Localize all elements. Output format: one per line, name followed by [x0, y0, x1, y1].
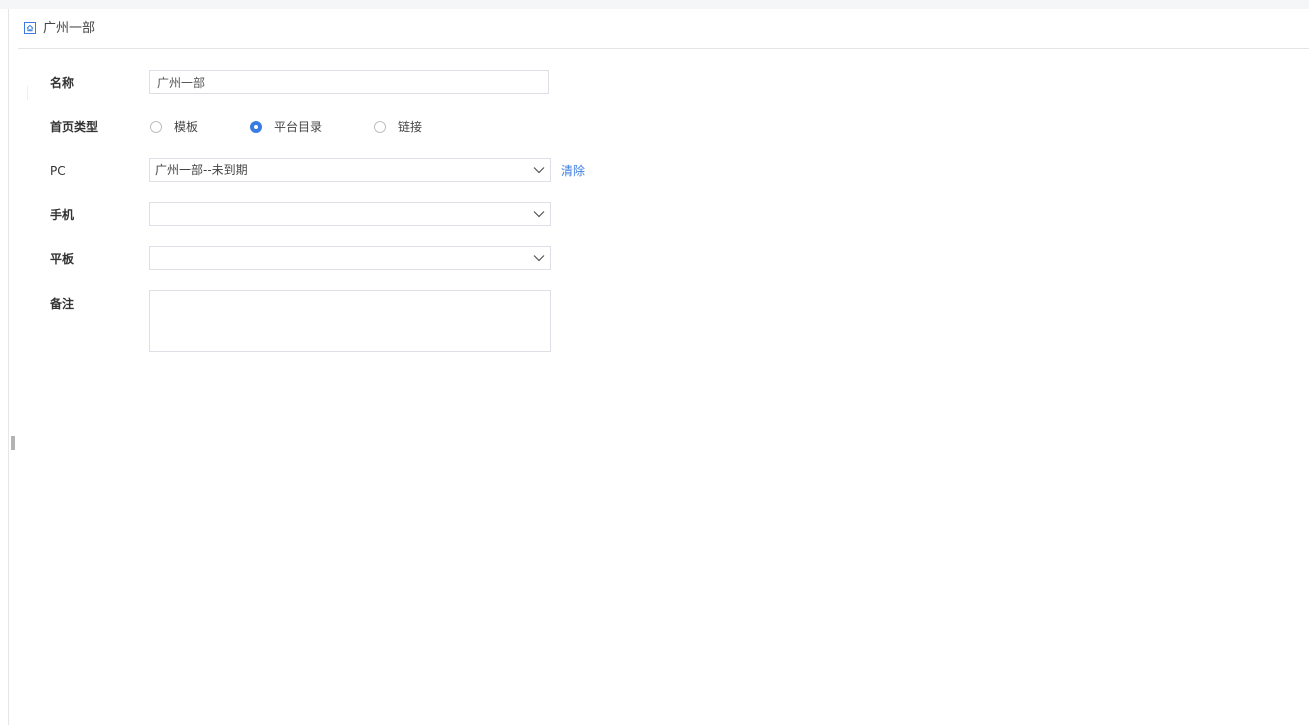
breadcrumb-header: 广州一部: [18, 9, 1309, 49]
top-strip: [0, 0, 1309, 9]
pc-select[interactable]: 广州一部--未到期: [149, 158, 551, 182]
remark-textarea[interactable]: [149, 290, 551, 352]
tablet-label: 平板: [50, 252, 75, 266]
chevron-down-icon: [533, 167, 545, 174]
page-title: 广州一部: [43, 21, 96, 36]
divider: [27, 86, 28, 100]
radio-template-label: 模板: [174, 120, 199, 134]
radio-template[interactable]: 模板: [150, 119, 198, 135]
radio-link-circle[interactable]: [374, 121, 386, 133]
page: 广州一部 名称 首页类型 模板 平台目录 链接 PC 广州一部--未到期 清除 …: [0, 0, 1309, 725]
radio-platform-directory-label: 平台目录: [274, 120, 323, 134]
clear-link[interactable]: 清除: [561, 163, 585, 179]
name-input[interactable]: [149, 70, 549, 94]
remark-label: 备注: [50, 297, 75, 311]
name-label: 名称: [50, 76, 75, 90]
left-panel-edge: [0, 9, 9, 725]
home-type-label: 首页类型: [50, 120, 99, 134]
chevron-down-icon: [533, 255, 545, 262]
tablet-select[interactable]: [149, 246, 551, 270]
chevron-down-icon: [533, 211, 545, 218]
radio-platform-directory[interactable]: 平台目录: [250, 119, 322, 135]
radio-platform-directory-circle[interactable]: [250, 121, 262, 133]
radio-template-circle[interactable]: [150, 121, 162, 133]
home-icon: [24, 22, 36, 34]
radio-link-label: 链接: [398, 120, 423, 134]
resize-handle-icon[interactable]: [11, 436, 15, 450]
mobile-label: 手机: [50, 208, 75, 222]
mobile-select[interactable]: [149, 202, 551, 226]
pc-select-value: 广州一部--未到期: [155, 163, 248, 177]
radio-link[interactable]: 链接: [374, 119, 422, 135]
pc-label: PC: [50, 164, 66, 178]
